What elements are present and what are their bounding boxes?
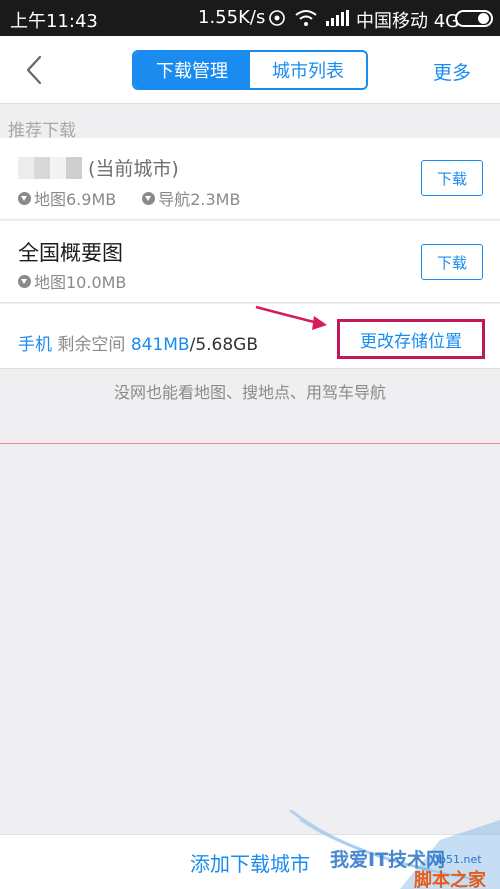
watermark-brand: 脚本之家 xyxy=(414,870,486,889)
watermark-url: jb51.net xyxy=(436,853,482,866)
divider-line xyxy=(0,443,500,444)
annotation-arrow xyxy=(255,305,327,330)
offline-tip: 没网也能看地图、搜地点、用驾车导航 xyxy=(113,383,386,402)
